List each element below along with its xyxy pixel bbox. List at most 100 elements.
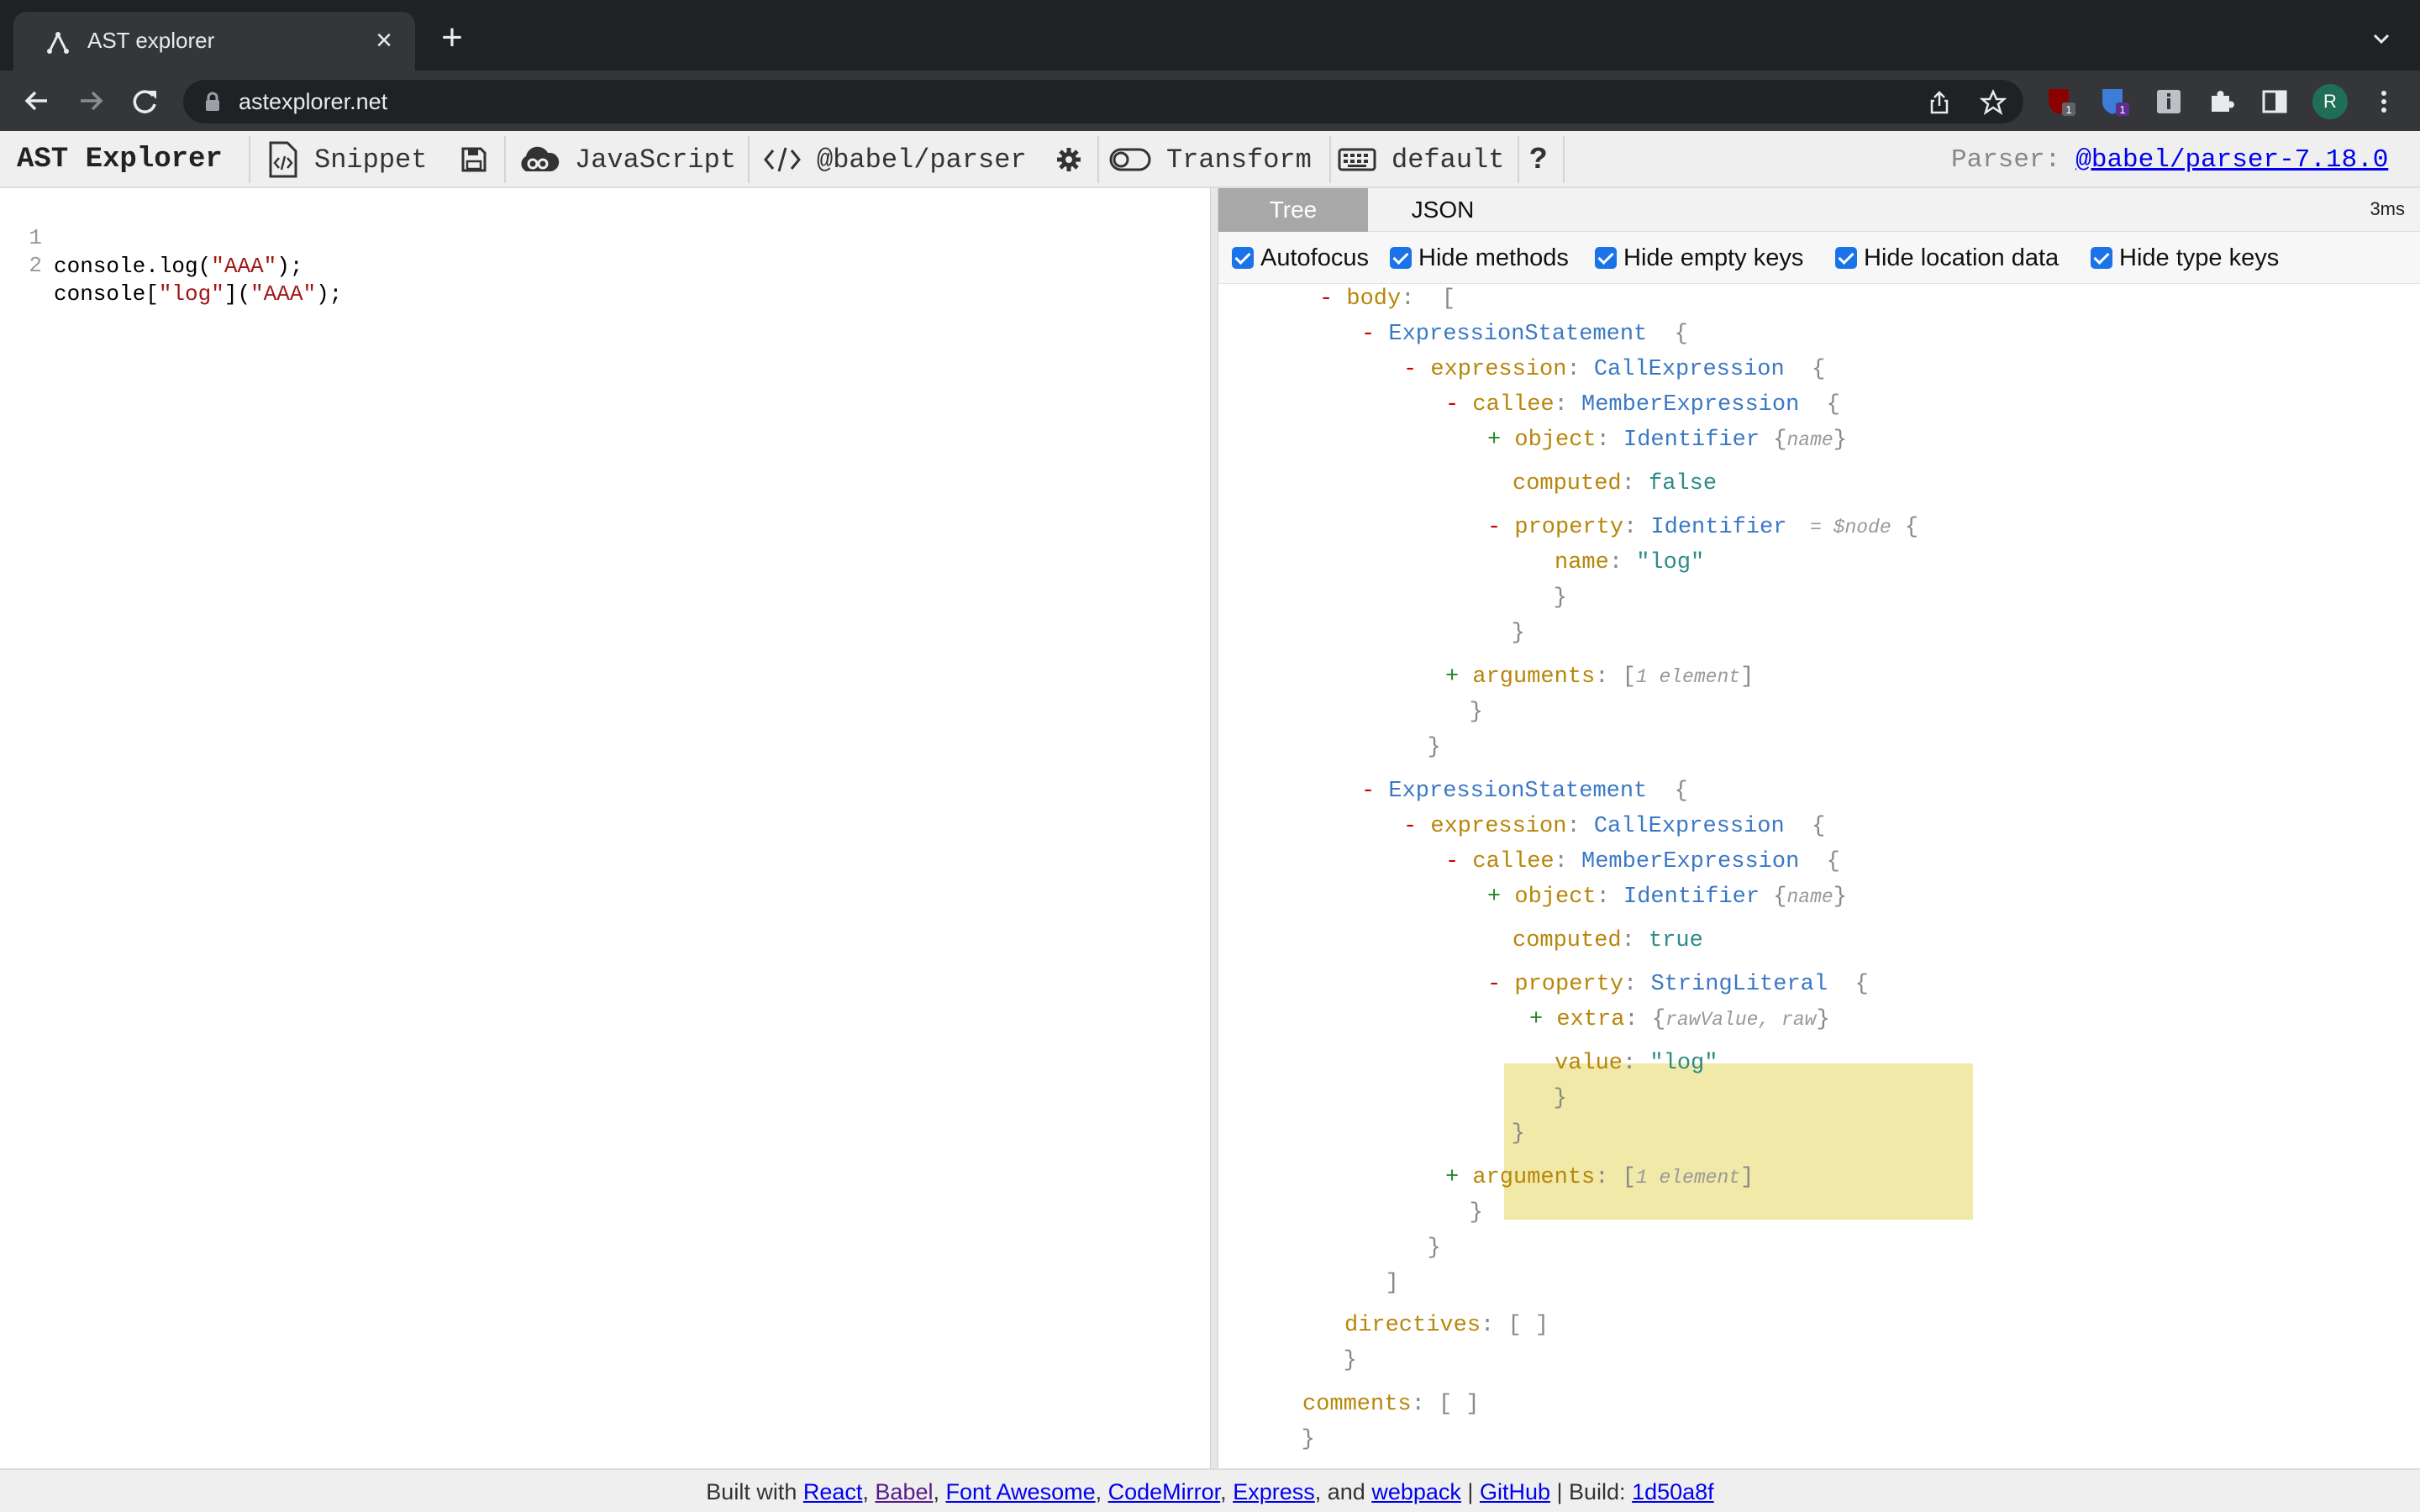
plus-icon[interactable]: +	[435, 19, 469, 56]
tree-node-object[interactable]: + object: Identifier {name}	[1487, 425, 1847, 455]
footer-link-webpack[interactable]: webpack	[1371, 1479, 1461, 1504]
checkbox-checked-icon[interactable]	[2091, 247, 2112, 269]
tree-node-expression-statement[interactable]: - ExpressionStatement {	[1361, 776, 1688, 806]
tree-node-expression[interactable]: - expression: CallExpression {	[1403, 811, 1825, 842]
bitwarden-extension-icon[interactable]: 1	[2099, 86, 2131, 118]
collapse-toggle: -	[1403, 814, 1431, 839]
tree-brace: }	[1512, 1086, 1567, 1111]
ext-badge: 1	[2065, 103, 2071, 116]
save-icon	[461, 147, 487, 172]
footer-link-build[interactable]: 1d50a8f	[1632, 1479, 1714, 1504]
kebab-menu-icon[interactable]	[2368, 86, 2400, 118]
url-text: astexplorer.net	[239, 89, 388, 114]
code-line: 1 console.log("AAA");	[0, 195, 302, 279]
autofocus-checkbox[interactable]: Autofocus	[1232, 244, 1369, 272]
footer-link-react[interactable]: React	[803, 1479, 863, 1504]
share-icon[interactable]	[1926, 89, 1953, 116]
puzzle-icon[interactable]	[2205, 86, 2237, 118]
transform-toggle[interactable]: Transform	[1109, 131, 1312, 188]
ast-tree: - body: [ - ExpressionStatement { - expr…	[1218, 284, 2420, 1468]
checkbox-checked-icon[interactable]	[1595, 247, 1617, 269]
forward-arrow-icon[interactable]	[72, 82, 109, 119]
address-bar[interactable]: astexplorer.net	[183, 80, 2023, 123]
ublock-extension-icon[interactable]: 1	[2045, 86, 2077, 118]
tree-node-body[interactable]: - body: [	[1319, 284, 1455, 314]
hide-methods-checkbox[interactable]: Hide methods	[1390, 244, 1569, 272]
tree-node-object[interactable]: + object: Identifier {name}	[1487, 882, 1847, 912]
tab-json[interactable]: JSON	[1368, 188, 1518, 232]
collapse-toggle: -	[1403, 357, 1431, 382]
tree-node-callee[interactable]: - callee: MemberExpression {	[1445, 390, 1840, 420]
reload-icon[interactable]	[126, 82, 163, 119]
sidepanel-icon[interactable]	[2259, 86, 2291, 118]
tree-node-property[interactable]: - property: StringLiteral {	[1487, 969, 1869, 1000]
option-label: Hide empty keys	[1623, 244, 1804, 271]
language-menu[interactable]: JavaScript	[516, 131, 736, 188]
keymap-menu[interactable]: default	[1338, 131, 1504, 188]
footer-link-express[interactable]: Express	[1233, 1479, 1315, 1504]
toolbar-divider	[1097, 136, 1099, 183]
save-button[interactable]	[460, 131, 487, 188]
option-label: Hide location data	[1864, 244, 2060, 271]
line-number: 2	[29, 253, 42, 278]
footer-link-font-awesome[interactable]: Font Awesome	[946, 1479, 1096, 1504]
browser-tab[interactable]: AST explorer ×	[13, 12, 415, 71]
pane-splitter[interactable]	[1210, 188, 1218, 1468]
tree-brace: }	[1386, 735, 1441, 760]
hide-location-data-checkbox[interactable]: Hide location data	[1835, 244, 2059, 272]
code-brackets-icon	[764, 147, 801, 172]
tree-node-property[interactable]: - property: Identifier = $node {	[1487, 512, 1918, 543]
parser-version-label: Parser:	[1951, 144, 2061, 175]
code-editor[interactable]: 1 console.log("AAA"); 2 console["log"]("…	[0, 188, 1210, 1468]
tree-node-arguments[interactable]: + arguments: [1 element]	[1445, 662, 1754, 692]
expand-toggle: +	[1445, 1165, 1473, 1190]
checkbox-checked-icon[interactable]	[1835, 247, 1857, 269]
toolbar-divider	[1563, 136, 1565, 183]
tree-node-expression[interactable]: - expression: CallExpression {	[1403, 354, 1825, 385]
chevron-down-icon[interactable]	[2368, 25, 2395, 52]
tree-brace: }	[1470, 1121, 1525, 1147]
close-icon[interactable]: ×	[370, 26, 398, 55]
tree-brace: }	[1260, 1427, 1315, 1452]
option-label: Hide methods	[1418, 244, 1569, 271]
back-arrow-icon[interactable]	[18, 82, 55, 119]
parser-menu[interactable]: @babel/parser	[763, 131, 1027, 188]
parser-version-link[interactable]: @babel/parser-7.18.0	[2075, 145, 2388, 175]
hide-empty-keys-checkbox[interactable]: Hide empty keys	[1595, 244, 1803, 272]
toolbar-divider	[504, 136, 506, 183]
tree-node-arguments[interactable]: + arguments: [1 element]	[1445, 1163, 1754, 1193]
tree-node-computed: computed: true	[1512, 928, 1703, 953]
parser-settings-button[interactable]	[1055, 131, 1082, 188]
expand-toggle: +	[1487, 885, 1515, 910]
hide-type-keys-checkbox[interactable]: Hide type keys	[2091, 244, 2279, 272]
tree-node-callee[interactable]: - callee: MemberExpression {	[1445, 847, 1840, 877]
keymap-label: default	[1392, 144, 1505, 176]
tree-node-extra[interactable]: + extra: {rawValue, raw}	[1529, 1005, 1830, 1035]
parse-timing: 3ms	[2370, 198, 2405, 219]
star-icon[interactable]	[1980, 89, 2007, 116]
code-file-icon	[269, 141, 297, 178]
checkbox-checked-icon[interactable]	[1390, 247, 1412, 269]
output-tabs: Tree JSON 3ms	[1218, 188, 2420, 232]
tree-node-expression-statement[interactable]: - ExpressionStatement {	[1361, 319, 1688, 349]
expand-toggle: +	[1445, 664, 1473, 690]
app-toolbar: AST Explorer Snippet JavaScript @babel/p…	[0, 131, 2420, 188]
app-brand: AST Explorer	[17, 131, 223, 188]
tab-tree[interactable]: Tree	[1218, 188, 1368, 232]
tree-node-value: value: "log"	[1555, 1051, 1718, 1076]
checkbox-checked-icon[interactable]	[1232, 247, 1254, 269]
snippet-menu[interactable]: Snippet	[267, 131, 427, 188]
cloud-icon	[521, 146, 560, 171]
footer-link-codemirror[interactable]: CodeMirror	[1108, 1479, 1221, 1504]
tree-options: Autofocus Hide methods Hide empty keys H…	[1218, 232, 2420, 284]
info-extension-icon[interactable]	[2153, 86, 2185, 118]
tree-bracket: ]	[1344, 1271, 1399, 1296]
expand-toggle: +	[1529, 1007, 1557, 1032]
footer-built-with: Built with	[706, 1479, 797, 1504]
profile-avatar[interactable]: R	[2312, 84, 2348, 119]
ext-badge: 1	[2119, 103, 2125, 116]
tree-brace: }	[1302, 1348, 1357, 1373]
footer-link-github[interactable]: GitHub	[1480, 1479, 1550, 1504]
footer-link-babel[interactable]: Babel	[875, 1479, 933, 1504]
help-button[interactable]: ?	[1529, 131, 1548, 188]
